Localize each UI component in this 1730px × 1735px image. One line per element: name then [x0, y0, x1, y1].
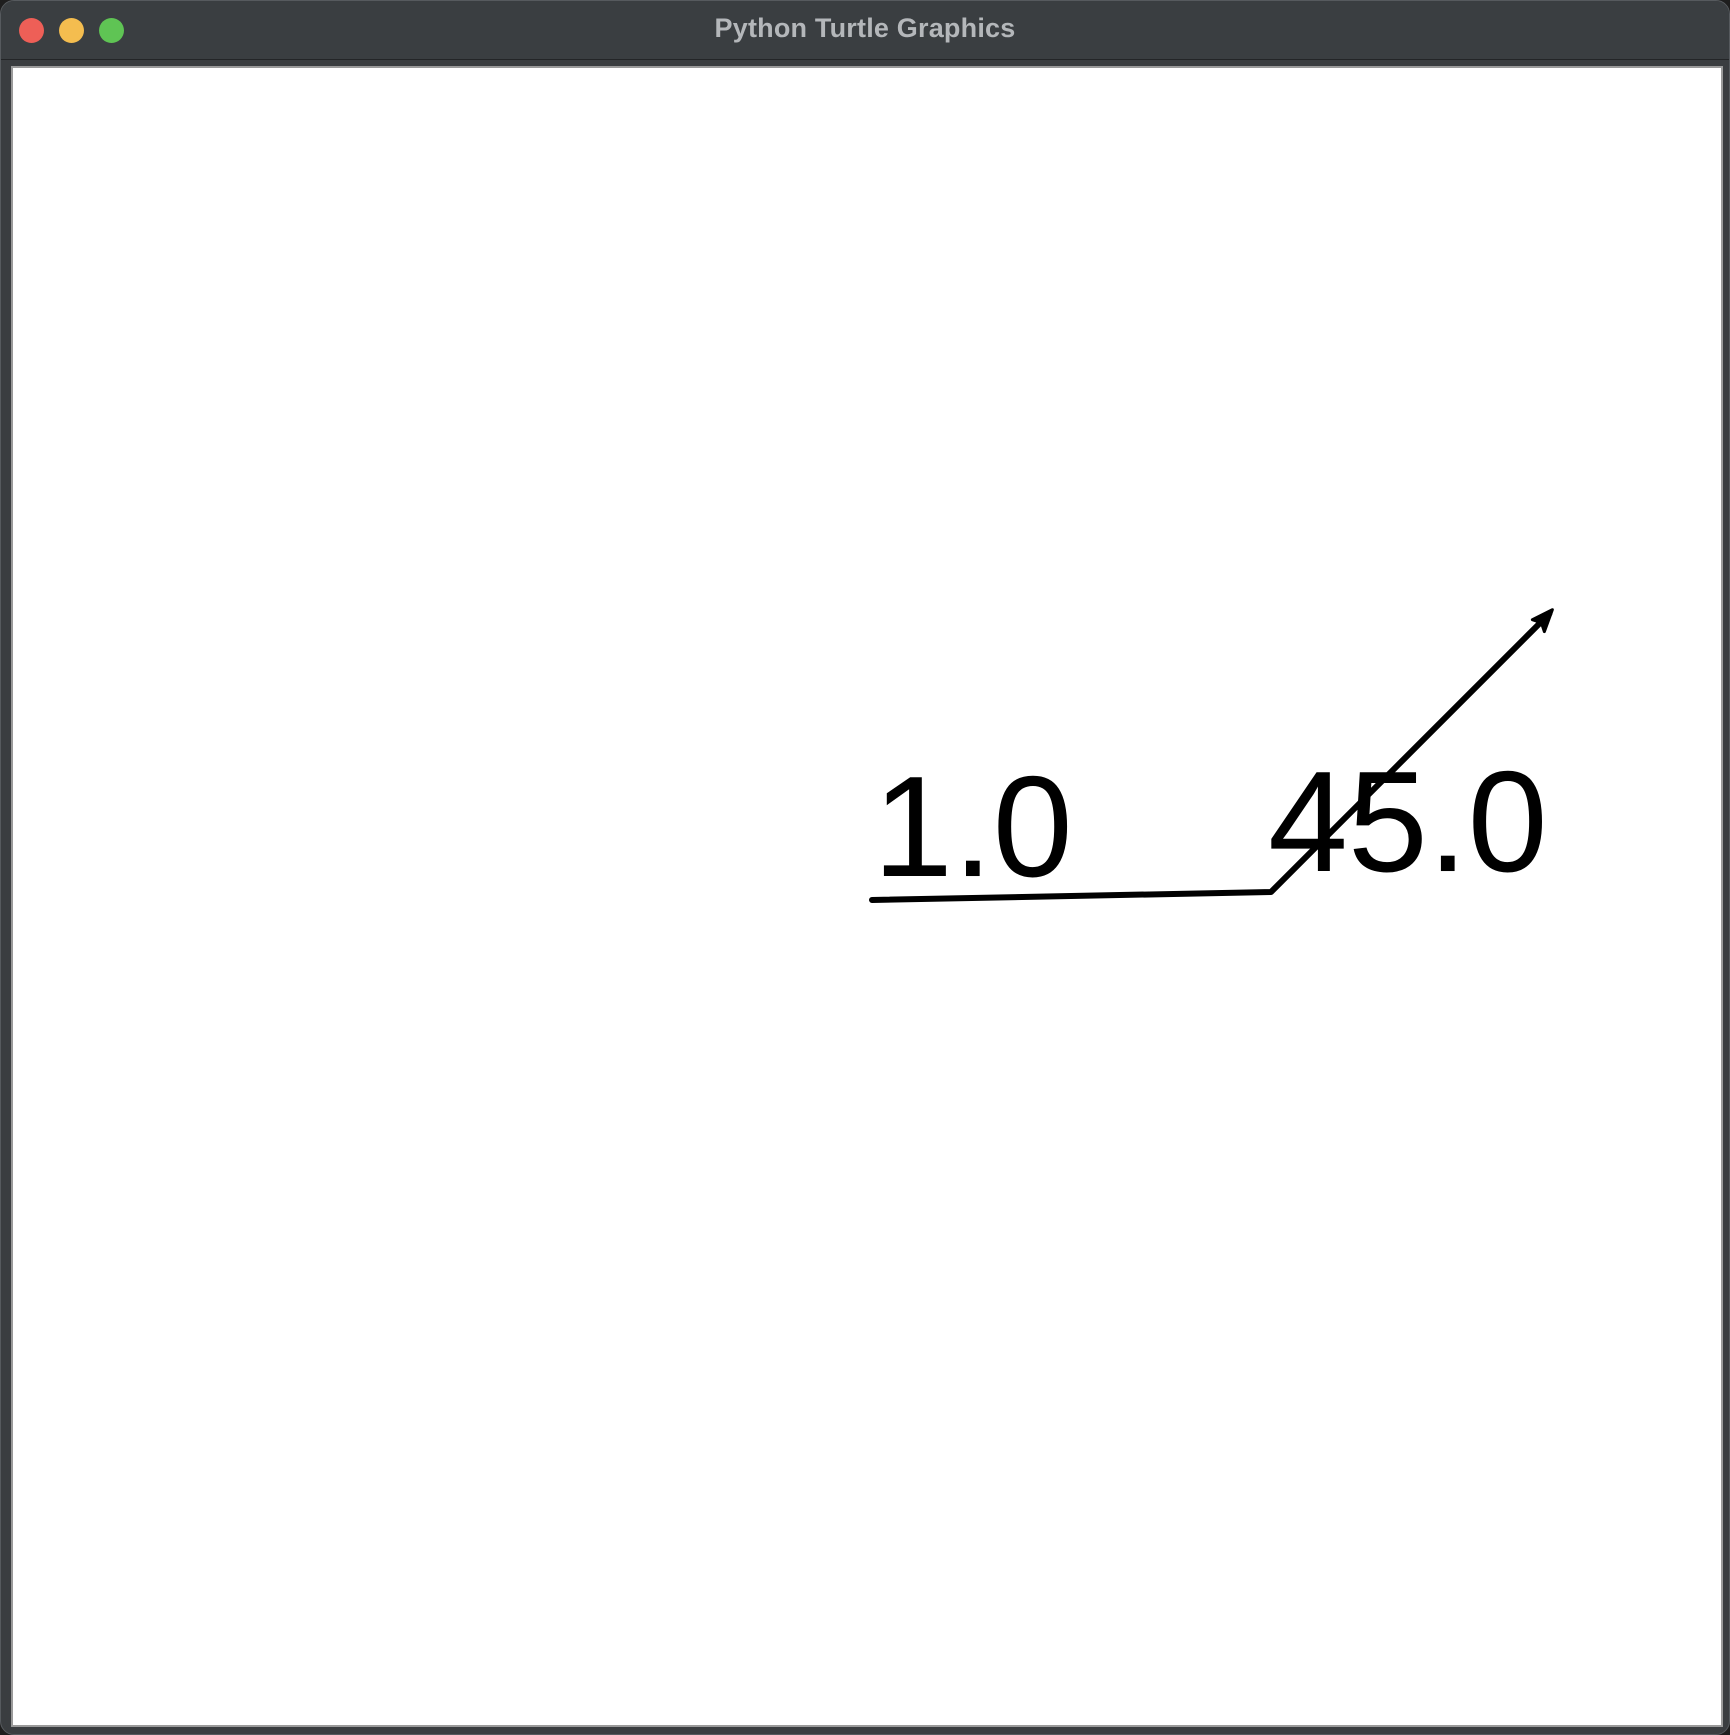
turtle-canvas[interactable]: 1.0 45.0 — [11, 66, 1723, 1727]
title-bar[interactable]: Python Turtle Graphics — [1, 1, 1729, 60]
turtle-window: Python Turtle Graphics 1.0 45.0 — [0, 0, 1730, 1735]
drawing-surface: 1.0 45.0 — [868, 608, 1554, 907]
label-second: 45.0 — [1268, 742, 1548, 902]
label-first: 1.0 — [873, 747, 1073, 907]
window-title: Python Turtle Graphics — [714, 13, 1016, 43]
